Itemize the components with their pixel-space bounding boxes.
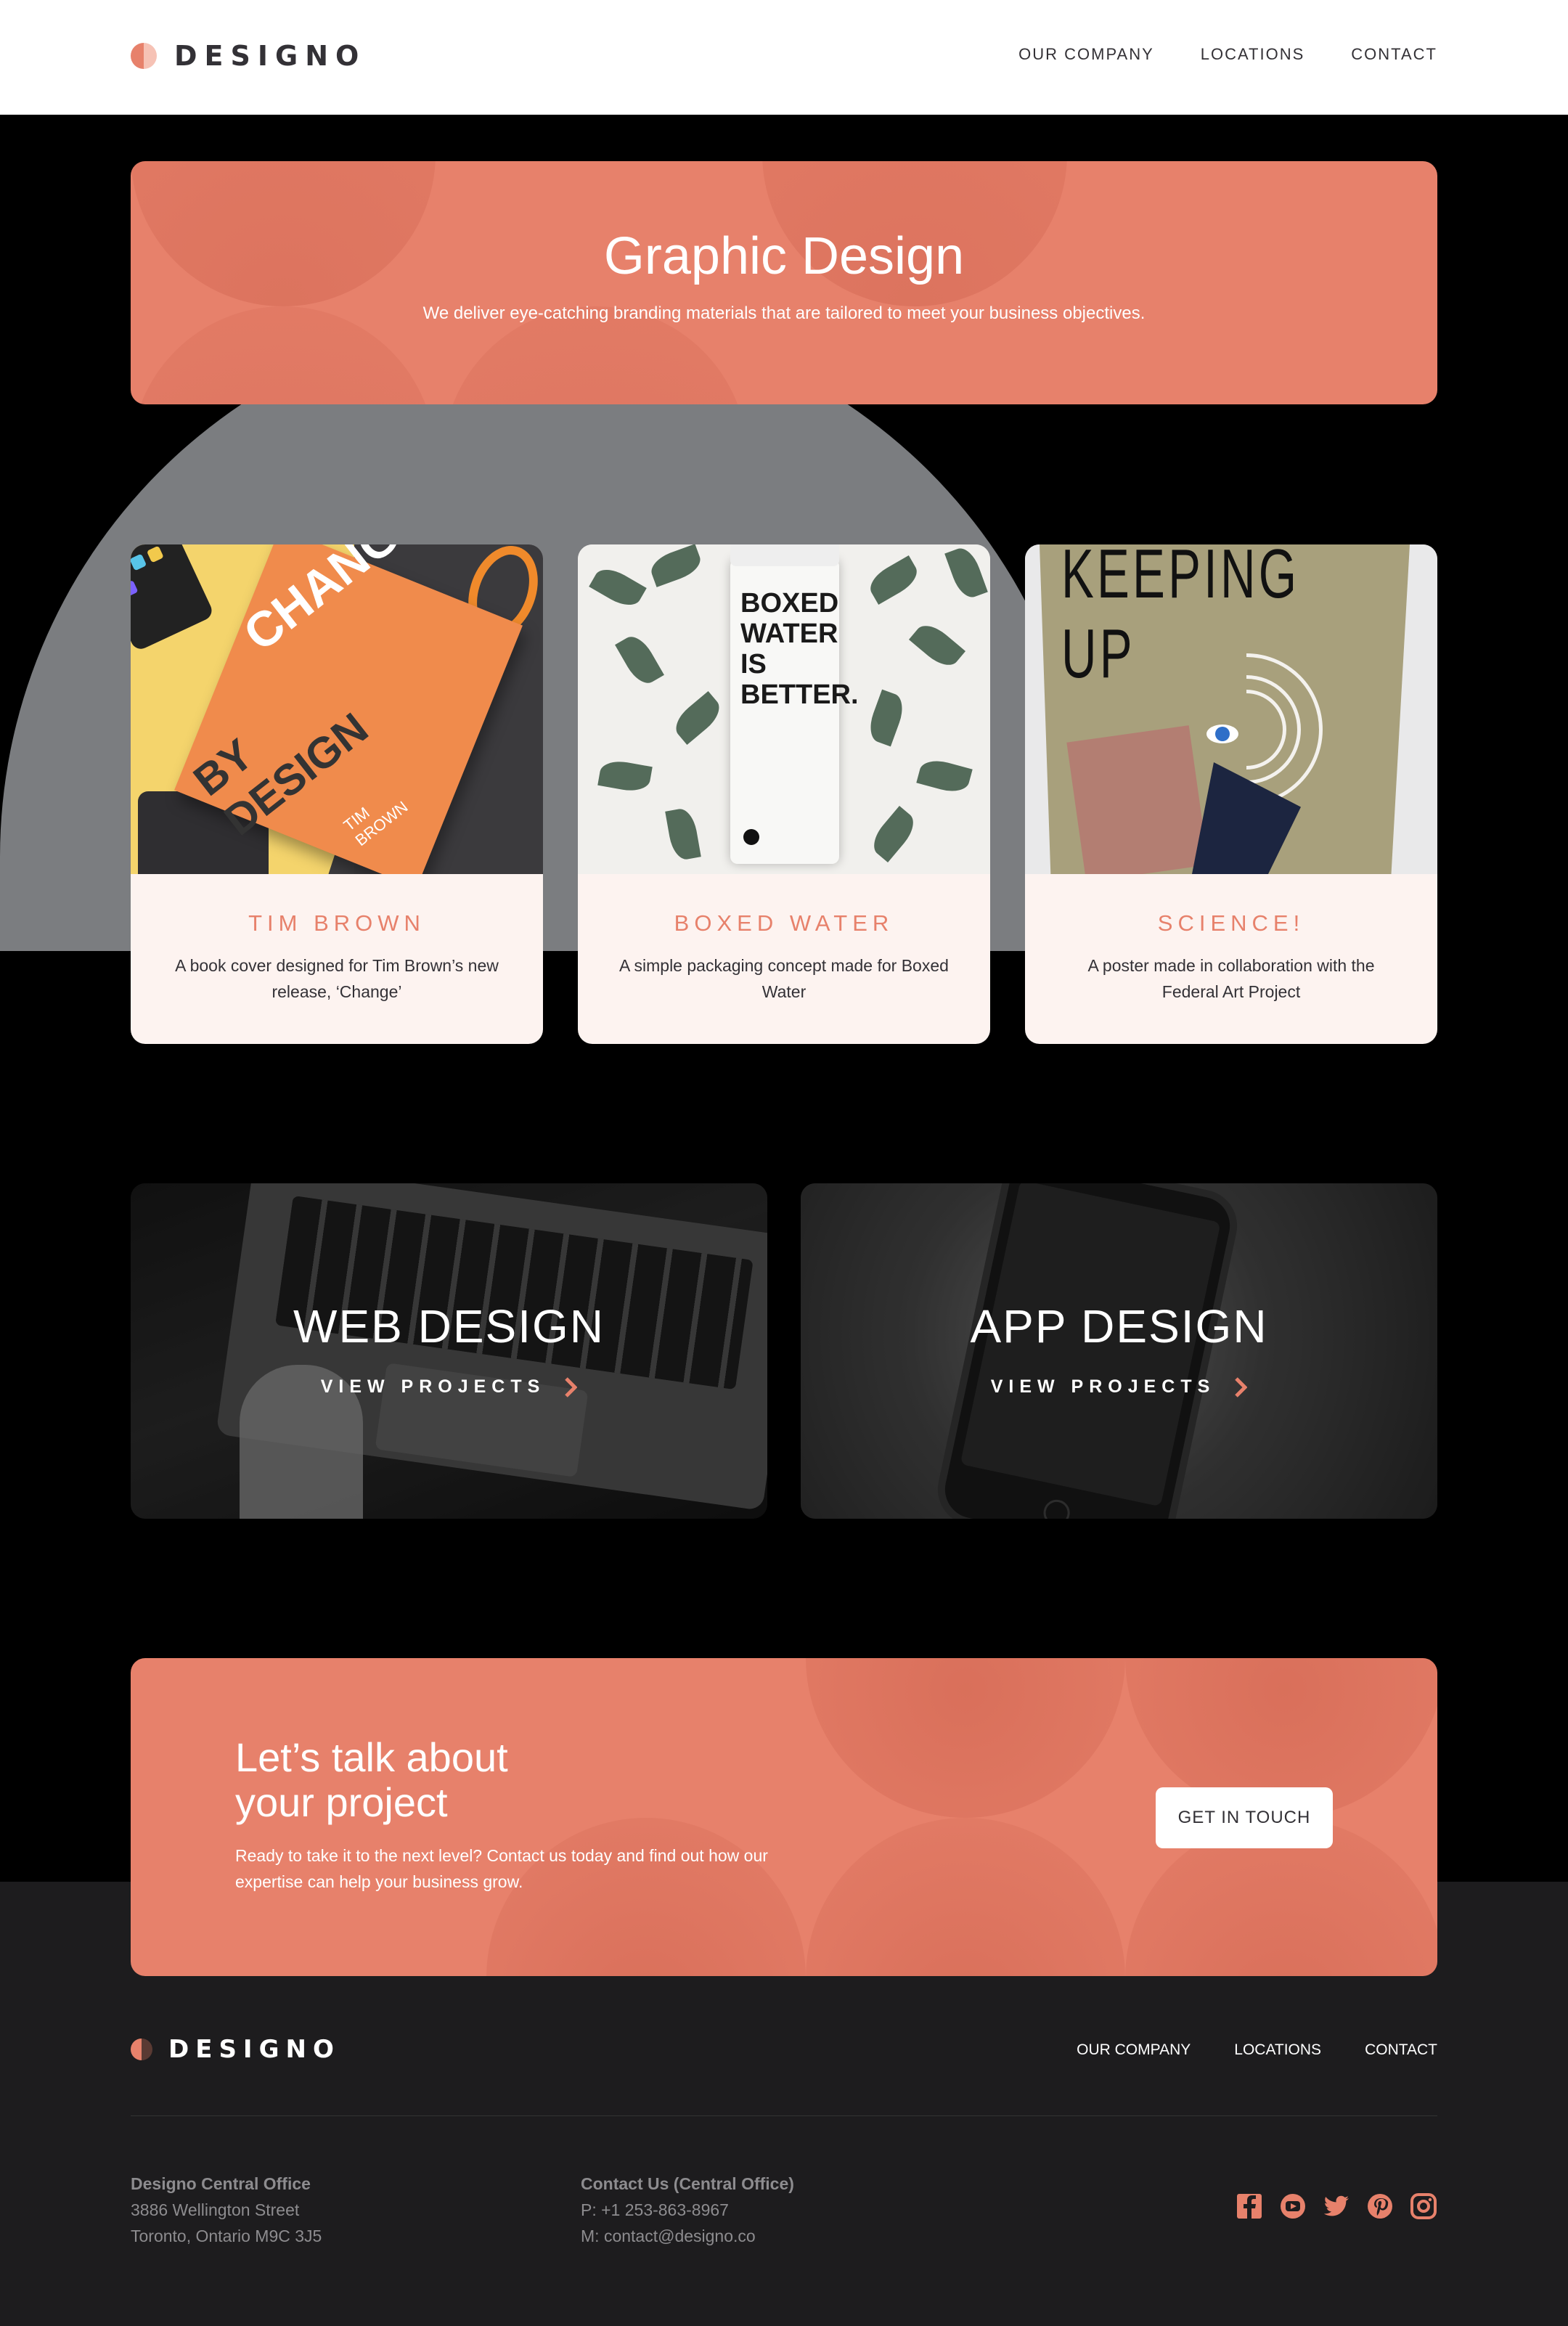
view-projects-link[interactable]: VIEW PROJECTS [131, 1376, 767, 1397]
tile-title: WEB DESIGN [293, 1300, 605, 1352]
office-address: Designo Central Office 3886 Wellington S… [131, 2171, 322, 2249]
facebook-icon[interactable] [1236, 2192, 1263, 2220]
hero-banner: Graphic Design We deliver eye-catching b… [131, 161, 1437, 404]
project-title: TIM BROWN [248, 910, 425, 936]
app-design-tile[interactable]: APP DESIGN VIEW PROJECTS [801, 1183, 1437, 1519]
book-text-author: TIM BROWN [340, 797, 412, 850]
footer-divider [131, 2115, 1437, 2116]
contact-email: M: contact@designo.co [581, 2227, 756, 2245]
cta-text: Ready to take it to the next level? Cont… [235, 1846, 768, 1891]
chevron-right-icon [565, 1376, 578, 1397]
office-line-2: Toronto, Ontario M9C 3J5 [131, 2227, 322, 2245]
main-nav: OUR COMPANY LOCATIONS CONTACT [1018, 45, 1437, 64]
carton-text: BOXED WATER IS BETTER. [740, 588, 859, 710]
logo-mark-icon [131, 43, 157, 69]
footer-nav: OUR COMPANY LOCATIONS CONTACT [1077, 2041, 1437, 2059]
logo-text: DESIGNO [168, 2035, 340, 2064]
logo-mark-icon [131, 2039, 152, 2060]
footer-nav-our-company[interactable]: OUR COMPANY [1077, 2041, 1191, 2059]
contact-info: Contact Us (Central Office) P: +1 253-86… [581, 2171, 794, 2249]
pinterest-icon[interactable] [1366, 2192, 1394, 2220]
twitter-icon[interactable] [1323, 2192, 1350, 2220]
project-list: CHANGE BY DESIGN TIM BROWN TIM BROWN A b… [131, 544, 1437, 1044]
project-image-tim-brown: CHANGE BY DESIGN TIM BROWN [131, 544, 543, 874]
project-title: BOXED WATER [674, 910, 894, 936]
contact-phone: P: +1 253-863-8967 [581, 2200, 729, 2219]
project-description: A poster made in collaboration with the … [1087, 956, 1375, 1001]
logo[interactable]: DESIGNO [131, 38, 366, 74]
social-links [1236, 2192, 1437, 2220]
nav-our-company[interactable]: OUR COMPANY [1018, 45, 1154, 64]
category-tiles: WEB DESIGN VIEW PROJECTS APP DESIGN VIEW… [131, 1183, 1437, 1519]
view-projects-link[interactable]: VIEW PROJECTS [801, 1376, 1437, 1397]
decor-circle [486, 1818, 806, 1976]
project-card[interactable]: KEEPING UP SCIENCE! A poster made in col… [1025, 544, 1437, 1044]
cta-title: Let’s talk about your project [235, 1734, 508, 1825]
footer-nav-locations[interactable]: LOCATIONS [1234, 2041, 1321, 2059]
contact-heading: Contact Us (Central Office) [581, 2174, 794, 2193]
nav-locations[interactable]: LOCATIONS [1201, 45, 1305, 64]
project-image-boxed-water: BOXED WATER IS BETTER. [578, 544, 990, 874]
project-description: A book cover designed for Tim Brown’s ne… [175, 956, 499, 1001]
get-in-touch-button[interactable]: GET IN TOUCH [1156, 1787, 1333, 1848]
view-projects-label: VIEW PROJECTS [320, 1376, 546, 1397]
project-card[interactable]: BOXED WATER IS BETTER. BOXED WATER A sim… [578, 544, 990, 1044]
project-card[interactable]: CHANGE BY DESIGN TIM BROWN TIM BROWN A b… [131, 544, 543, 1044]
decor-circle [806, 1658, 1125, 1818]
page-subtitle: We deliver eye-catching branding materia… [422, 303, 1146, 323]
tile-title: APP DESIGN [970, 1300, 1268, 1352]
contact-cta: Let’s talk about your project Ready to t… [131, 1658, 1437, 1976]
decor-circle [806, 1818, 1125, 1976]
footer-nav-contact[interactable]: CONTACT [1365, 2041, 1437, 2059]
web-design-tile[interactable]: WEB DESIGN VIEW PROJECTS [131, 1183, 767, 1519]
nav-contact[interactable]: CONTACT [1351, 45, 1437, 64]
view-projects-label: VIEW PROJECTS [990, 1376, 1216, 1397]
page-title: Graphic Design [603, 227, 965, 285]
chevron-right-icon [1235, 1376, 1248, 1397]
youtube-icon[interactable] [1279, 2192, 1307, 2220]
project-image-science: KEEPING UP [1025, 544, 1437, 874]
logo-text: DESIGNO [174, 40, 367, 72]
footer-logo[interactable]: DESIGNO [131, 2033, 340, 2066]
office-line-1: 3886 Wellington Street [131, 2200, 300, 2219]
office-heading: Designo Central Office [131, 2174, 311, 2193]
site-header: DESIGNO OUR COMPANY LOCATIONS CONTACT [0, 0, 1568, 115]
project-description: A simple packaging concept made for Boxe… [619, 956, 949, 1001]
project-title: SCIENCE! [1157, 910, 1305, 936]
instagram-icon[interactable] [1410, 2192, 1437, 2220]
